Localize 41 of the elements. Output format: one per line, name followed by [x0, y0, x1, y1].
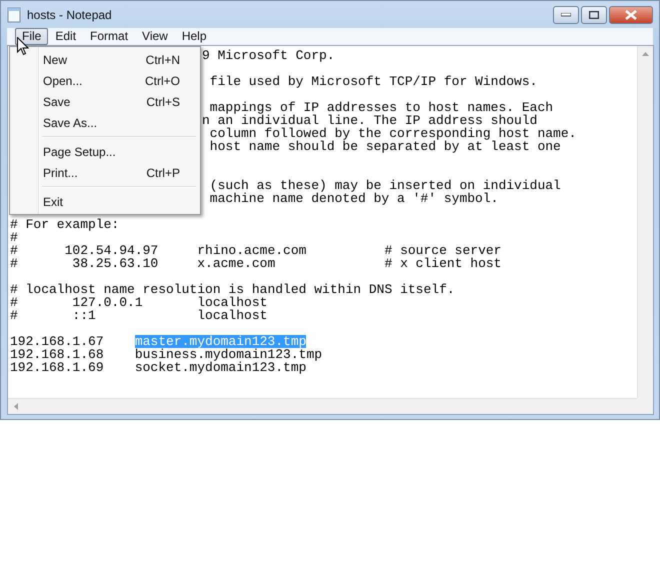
text-line: file used by Microsoft TCP/IP for Windows.	[208, 75, 538, 88]
text-line: machine name denoted by a '#' symbol.	[208, 192, 498, 205]
text-line: (such as these) may be inserted on individual	[208, 179, 561, 192]
host-name: business.mydomain123.tmp	[134, 348, 322, 361]
text-line: #	[10, 231, 18, 244]
menu-bar-item[interactable]: Format	[83, 28, 136, 45]
minimize-icon	[561, 13, 571, 17]
text-line: column followed by the corresponding host name.	[208, 127, 576, 140]
text-line: # ::1 localhost	[10, 309, 268, 322]
maximize-icon	[589, 11, 599, 19]
menu-item[interactable]: Save As...	[12, 112, 198, 133]
window-title: hosts - Notepad	[27, 8, 112, 22]
selected-host-name: master.mydomain123.tmp	[134, 335, 306, 348]
close-button[interactable]	[609, 6, 653, 24]
text-line: 9 Microsoft Corp.	[202, 49, 335, 62]
menu-item[interactable]: Open... Ctrl+O	[12, 70, 198, 91]
menu-bar-item[interactable]: View	[135, 28, 175, 45]
text-line: # localhost name resolution is handled within DNS itself.	[10, 283, 455, 296]
text-line: # For example:	[10, 218, 120, 231]
notepad-icon	[7, 6, 21, 22]
maximize-button[interactable]	[581, 6, 607, 24]
menu-item[interactable]: New Ctrl+N	[12, 49, 198, 70]
menu-item[interactable]: Exit	[12, 191, 198, 212]
text-line: # 127.0.0.1 localhost	[10, 296, 268, 309]
menu-item[interactable]: Print... Ctrl+P	[12, 162, 198, 183]
menu-bar-item[interactable]: Edit	[48, 28, 84, 45]
ip-address: 192.168.1.69	[10, 361, 105, 374]
text-line: # 38.25.63.10 x.acme.com # x client host	[10, 257, 502, 270]
close-icon	[625, 10, 637, 20]
menu-bar-item[interactable]: Help	[174, 28, 214, 45]
ip-address: 192.168.1.67	[10, 335, 105, 348]
text-line: # 102.54.94.97 rhino.acme.com # source server	[10, 244, 502, 257]
menu-bar-item[interactable]: File	[15, 28, 48, 45]
menu-item[interactable]: Page Setup...	[12, 141, 198, 162]
host-name: socket.mydomain123.tmp	[134, 361, 306, 374]
menu-item[interactable]: Save Ctrl+S	[12, 91, 198, 112]
text-line: mappings of IP addresses to host names. Each	[208, 101, 554, 114]
text-line: n an individual line. The IP address should	[202, 114, 538, 127]
minimize-button[interactable]	[553, 6, 579, 24]
ip-address: 192.168.1.68	[10, 348, 105, 361]
text-line: host name should be separated by at least one	[208, 140, 561, 153]
